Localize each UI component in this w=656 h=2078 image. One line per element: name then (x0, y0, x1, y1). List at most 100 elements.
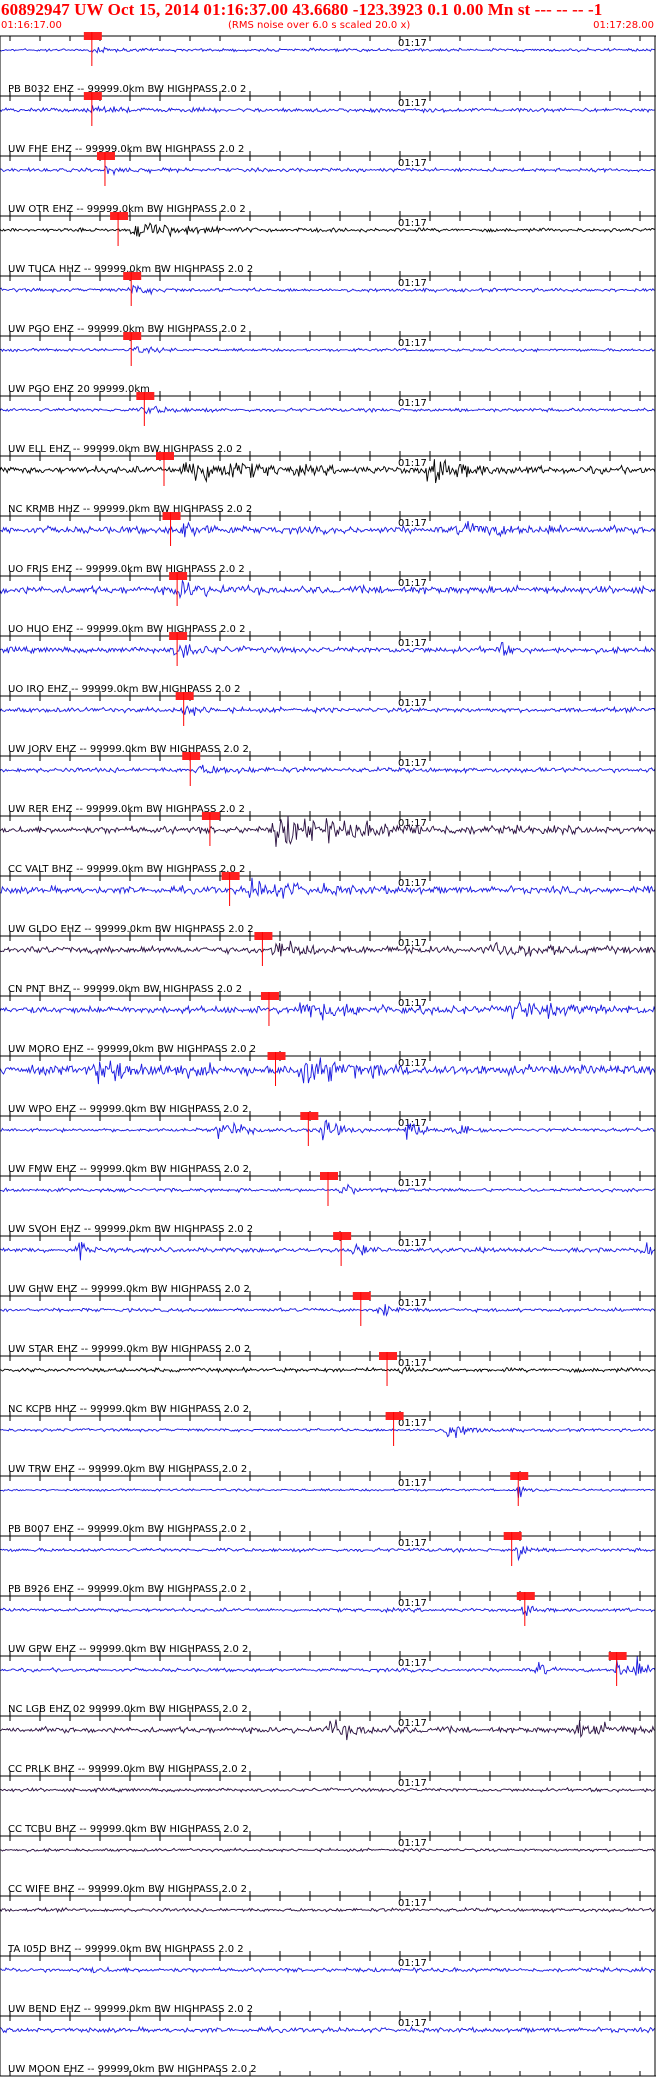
minute-label: 01:17 (398, 638, 427, 649)
waveform-trace (0, 105, 656, 114)
waveform-trace (0, 705, 656, 716)
waveform-trace (0, 764, 656, 775)
pick-marker (516, 1592, 535, 1600)
trace-label: UW MOON EHZ -- 99999.0km BW HIGHPASS 2.0… (8, 2064, 257, 2075)
waveform-trace (0, 1000, 656, 1021)
minute-label: 01:17 (398, 1778, 427, 1789)
trace-label: PB B007 EHZ -- 99999.0km BW HIGHPASS 2.0… (8, 1524, 246, 1535)
minute-label: 01:17 (398, 278, 427, 289)
pick-marker (162, 512, 181, 520)
waveform-trace (0, 1966, 656, 1974)
waveform-trace (0, 1847, 656, 1853)
pick-marker (83, 32, 102, 40)
trace-label: UW WPO EHZ -- 99999.0km BW HIGHPASS 2.0 … (8, 1104, 249, 1115)
minute-label: 01:17 (398, 578, 427, 589)
waveform-trace (0, 940, 656, 958)
trace-label: UW BEND EHZ -- 99999.0km BW HIGHPASS 2.0… (8, 2004, 253, 2015)
waveform-trace (0, 1241, 656, 1261)
minute-label: 01:17 (398, 338, 427, 349)
trace-label: UW SVOH EHZ -- 99999.0km BW HIGHPASS 2.0… (8, 1224, 253, 1235)
pick-marker (260, 992, 279, 1000)
waveform-trace (0, 1605, 656, 1617)
trace-label: CC VALT BHZ -- 99999.0km BW HIGHPASS 2.0… (8, 864, 245, 875)
minute-label: 01:17 (398, 398, 427, 409)
pick-marker (123, 332, 142, 340)
minute-label: 01:17 (398, 1898, 427, 1909)
waveform-trace (0, 1545, 656, 1562)
waveform-trace (0, 1119, 656, 1141)
minute-label: 01:17 (398, 1658, 427, 1669)
minute-label: 01:17 (398, 878, 427, 889)
trace-label: UW MORO EHZ -- 99999.0km BW HIGHPASS 2.0… (8, 1044, 256, 1055)
pick-marker (300, 1112, 319, 1120)
trace-label: UW TRW EHZ -- 99999.0km BW HIGHPASS 2.0 … (8, 1464, 247, 1475)
minute-label: 01:17 (398, 1718, 427, 1729)
trace-label: UW FHE EHZ -- 99999.0km BW HIGHPASS 2.0 … (8, 144, 244, 155)
minute-label: 01:17 (398, 698, 427, 709)
waveform-trace (0, 521, 656, 538)
trace-label: NC KCPB HHZ -- 99999.0km BW HIGHPASS 2.0… (8, 1404, 249, 1415)
pick-marker (352, 1292, 371, 1300)
minute-label: 01:17 (398, 518, 427, 529)
waveform-trace (0, 222, 656, 238)
pick-marker (385, 1412, 404, 1420)
waveform-trace (0, 458, 656, 484)
waveform-trace (0, 405, 656, 415)
waveform-trace (0, 1906, 656, 1914)
pick-marker (333, 1232, 352, 1240)
waveform-trace (0, 815, 656, 847)
minute-label: 01:17 (398, 1478, 427, 1489)
pick-marker (175, 692, 194, 700)
pick-marker (169, 572, 188, 580)
trace-label: UW STAR EHZ -- 99999.0km BW HIGHPASS 2.0… (8, 1344, 250, 1355)
pick-marker (320, 1172, 338, 1180)
minute-label: 01:17 (398, 38, 427, 49)
minute-label: 01:17 (398, 1538, 427, 1549)
trace-label: UW GLDO EHZ -- 99999.0km BW HIGHPASS 2.0… (8, 924, 254, 935)
pick-marker (608, 1652, 627, 1660)
pick-marker (254, 932, 273, 940)
trace-label: CN PNT BHZ -- 99999.0km BW HIGHPASS 2.0 … (8, 984, 242, 995)
waveform-trace (0, 642, 656, 658)
pick-marker (110, 212, 129, 220)
waveform-trace (0, 1485, 656, 1498)
minute-label: 01:17 (398, 458, 427, 469)
minute-label: 01:17 (398, 1178, 427, 1189)
waveform-trace (0, 284, 656, 296)
minute-label: 01:17 (398, 1598, 427, 1609)
pick-marker (169, 632, 188, 640)
minute-label: 01:17 (398, 1238, 427, 1249)
pick-marker (83, 92, 102, 100)
waveform-trace (0, 1656, 656, 1676)
trace-label: NC LGB EHZ 02 99999.0km BW HIGHPASS 2.0 … (8, 1704, 248, 1715)
seismogram-plot: 01:17 PB B032 EHZ -- 99999.0km BW HIGHPAS… (0, 32, 656, 2077)
trace-label: UW GPW EHZ -- 99999.0km BW HIGHPASS 2.0 … (8, 1644, 248, 1655)
minute-label: 01:17 (398, 158, 427, 169)
waveform-trace (0, 877, 656, 899)
trace-label: NC KRMB HHZ -- 99999.0km BW HIGHPASS 2.0… (8, 504, 252, 515)
trace-label: PB B032 EHZ -- 99999.0km BW HIGHPASS 2.0… (8, 84, 246, 95)
minute-label: 01:17 (398, 818, 427, 829)
waveform-trace (0, 46, 656, 54)
pick-marker (379, 1352, 398, 1360)
minute-label: 01:17 (398, 218, 427, 229)
pick-marker (136, 392, 155, 400)
waveform-trace (0, 1304, 656, 1317)
trace-label: UW ELL EHZ -- 99999.0km BW HIGHPASS 2.0 … (8, 444, 242, 455)
minute-label: 01:17 (398, 998, 427, 1009)
minute-label: 01:17 (398, 1358, 427, 1369)
minute-label: 01:17 (398, 1058, 427, 1069)
minute-label: 01:17 (398, 1838, 427, 1849)
trace-label: UW PGO EHZ 20 99999.0km (8, 384, 150, 395)
trace-label: UW JORV EHZ -- 99999.0km BW HIGHPASS 2.0… (8, 744, 249, 755)
trace-label: PB B926 EHZ -- 99999.0km BW HIGHPASS 2.0… (8, 1584, 246, 1595)
pick-marker (267, 1052, 286, 1060)
minute-label: 01:17 (398, 2018, 427, 2029)
pick-marker (156, 452, 174, 460)
pick-marker (510, 1472, 529, 1480)
waveform-trace (0, 1719, 656, 1741)
waveform-trace (0, 1365, 656, 1375)
minute-label: 01:17 (398, 98, 427, 109)
trace-label: UW GHW EHZ -- 99999.0km BW HIGHPASS 2.0 … (8, 1284, 250, 1295)
pick-marker (221, 872, 240, 880)
